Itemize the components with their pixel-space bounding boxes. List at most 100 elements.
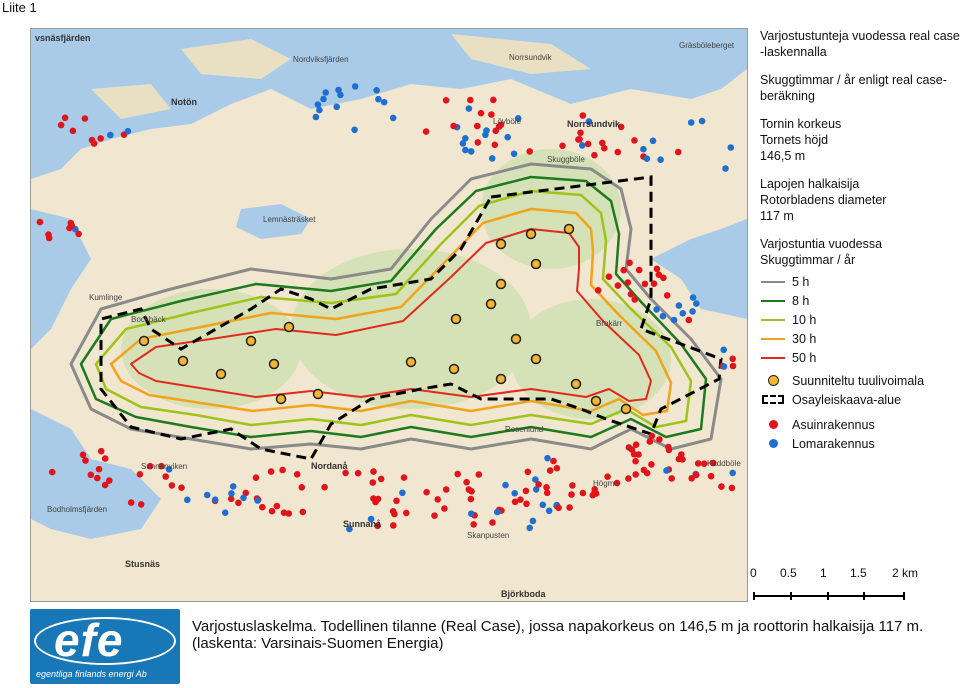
place-name: Lövböle	[493, 117, 522, 126]
residence-marker	[646, 438, 654, 445]
residence-marker	[403, 509, 410, 517]
residence-marker	[235, 499, 242, 507]
holiday-home-marker	[333, 103, 341, 111]
residence-marker	[299, 508, 307, 516]
residence-marker	[650, 280, 658, 287]
residence-marker	[535, 481, 542, 488]
legend-holiday-label: Lomarakennus	[792, 436, 875, 451]
holiday-home-marker	[698, 117, 706, 125]
hours-title-fi: Varjostuntia vuodessa	[760, 237, 883, 251]
residence-marker	[630, 451, 638, 458]
legend-turbine-label: Suunniteltu tuulivoimala	[792, 373, 925, 388]
place-name: Lemnästräsket	[263, 215, 316, 224]
holiday-home-marker	[720, 363, 728, 370]
residence-marker	[665, 446, 673, 454]
holiday-home-marker	[657, 156, 664, 163]
residence-marker	[463, 478, 470, 486]
holiday-home-marker	[640, 145, 647, 153]
residence-marker	[491, 141, 499, 149]
residence-marker	[477, 109, 485, 117]
residence-marker	[101, 455, 109, 462]
holiday-home-marker	[373, 87, 380, 94]
wind-turbine-marker	[530, 353, 542, 365]
hours-title: Varjostuntia vuodessa Skuggtimmar / år	[760, 236, 960, 268]
residence-marker	[273, 502, 281, 510]
residence-marker	[279, 466, 286, 474]
residence-marker	[490, 96, 497, 104]
place-name: Nordviksfjärden	[293, 55, 349, 64]
holiday-home-marker	[351, 83, 359, 90]
holiday-home-marker	[240, 494, 247, 502]
wind-turbine-marker	[530, 258, 542, 270]
residence-marker	[620, 266, 627, 274]
residence-marker	[48, 468, 56, 476]
holiday-home-marker	[467, 148, 475, 155]
legend-area: Osayleiskaava-alue	[760, 390, 960, 409]
residence-marker	[656, 436, 663, 443]
holiday-home-marker	[380, 98, 388, 106]
legend-residence-label: Asuinrakennus	[792, 417, 875, 432]
residence-marker	[553, 464, 561, 472]
residence-marker	[61, 114, 69, 122]
residence-marker	[526, 148, 533, 155]
residence-marker	[354, 469, 362, 477]
place-name: Gräsböleberget	[679, 41, 735, 50]
residence-marker	[627, 290, 635, 298]
residence-marker	[442, 486, 450, 493]
residence-marker	[434, 496, 442, 503]
contour-line-icon	[761, 356, 785, 359]
holiday-home-marker	[351, 126, 358, 134]
holiday-home-marker	[510, 150, 518, 158]
holiday-home-marker	[544, 454, 551, 462]
residence-marker	[635, 266, 643, 274]
holiday-home-marker	[679, 310, 687, 317]
legend-turbine: Suunniteltu tuulivoimala	[760, 371, 960, 390]
residence-marker	[431, 512, 438, 519]
residence-marker	[370, 495, 377, 502]
residence-marker	[685, 316, 693, 324]
residence-marker	[707, 472, 715, 480]
wind-turbine-marker	[448, 363, 460, 375]
holiday-home-marker	[539, 501, 547, 509]
wind-turbine-marker	[275, 393, 287, 405]
residence-marker	[631, 296, 638, 303]
holiday-home-marker	[653, 306, 660, 313]
map-caption: Varjostuslaskelma. Todellinen tilanne (R…	[192, 618, 952, 652]
contour-line-icon	[761, 299, 785, 302]
wind-turbine-marker	[405, 356, 417, 368]
residence-marker	[584, 140, 592, 148]
place-name: Björkboda	[501, 589, 546, 599]
wind-turbine-marker	[525, 228, 537, 240]
residence-marker	[663, 292, 671, 299]
residence-marker	[470, 521, 478, 528]
legend-contour-3: 30 h	[760, 329, 960, 348]
holiday-home-marker	[228, 490, 235, 497]
residence-marker	[293, 471, 301, 478]
residence-marker	[97, 447, 105, 455]
contour-line-icon	[761, 337, 785, 340]
residence-marker	[298, 484, 306, 491]
shadow-map: vsnäsfjärden Nordviksfjärden Norrsundvik…	[30, 28, 748, 602]
holiday-home-marker	[494, 508, 501, 516]
rotor-label-sv: Rotorbladens diameter	[760, 193, 887, 207]
residence-marker	[631, 137, 638, 144]
map-legend: Varjostustunteja vuodessa real case -las…	[760, 28, 960, 453]
wind-turbine-marker	[138, 335, 150, 347]
logo-subtitle: egentliga finlands energi Ab	[36, 669, 147, 679]
holiday-home-marker	[229, 483, 237, 490]
residence-marker	[523, 500, 530, 508]
wind-turbine-marker	[268, 358, 280, 370]
place-name: Kumlinge	[89, 293, 123, 302]
holiday-home-marker	[459, 140, 467, 147]
legend-contour-label: 5 h	[792, 274, 810, 289]
holiday-home-marker	[502, 481, 509, 489]
residence-marker	[559, 142, 566, 150]
residence-marker	[474, 139, 482, 146]
residence-marker	[57, 121, 65, 129]
residence-marker	[87, 471, 95, 479]
residence-marker	[625, 475, 632, 482]
rotor-diameter: Lapojen halkaisija Rotorbladens diameter…	[760, 176, 960, 224]
holiday-home-marker	[314, 101, 322, 108]
residence-marker	[579, 112, 587, 119]
wind-turbine-marker	[450, 313, 462, 325]
